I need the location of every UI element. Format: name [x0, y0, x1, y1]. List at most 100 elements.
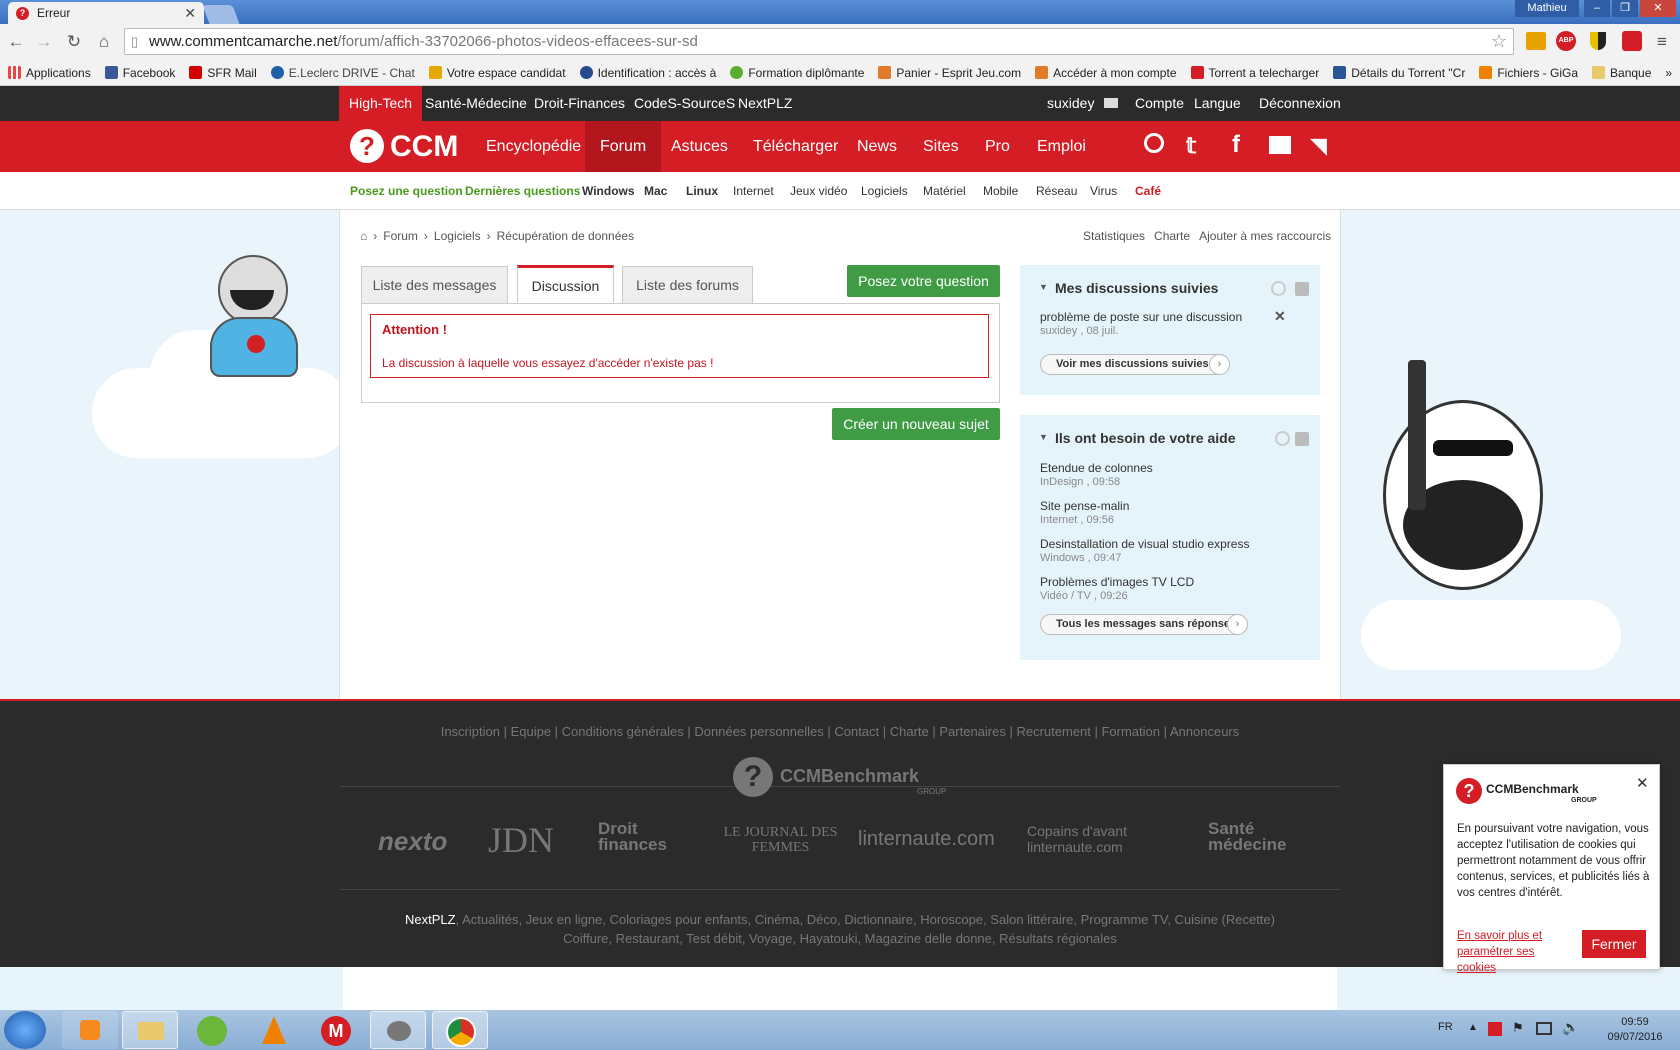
subnav-posez[interactable]: Posez une question	[350, 172, 463, 210]
subnav-mac[interactable]: Mac	[644, 172, 667, 210]
nav-astuces[interactable]: Astuces	[656, 121, 743, 172]
partner-copains-avant[interactable]: Copains d'avant linternaute.com	[1027, 823, 1177, 855]
home-icon[interactable]: ⌂	[360, 229, 367, 243]
bookmark-details-torrent[interactable]: Détails du Torrent "Cr	[1333, 66, 1465, 80]
bookmark-panier[interactable]: Panier - Esprit Jeu.com	[878, 66, 1021, 80]
extension-mail-icon[interactable]	[1526, 32, 1546, 50]
more-bookmarks-icon[interactable]: »	[1665, 66, 1672, 80]
tray-expand-icon[interactable]: ▲	[1468, 1022, 1478, 1033]
forward-icon[interactable]: →	[34, 32, 54, 52]
search-icon[interactable]	[1144, 133, 1164, 153]
reload-icon[interactable]: ↻	[64, 32, 84, 52]
collapse-icon[interactable]: ▼	[1039, 432, 1048, 442]
bookmark-giga[interactable]: Fichiers - GiGa	[1479, 66, 1578, 80]
nav-telecharger[interactable]: Télécharger	[738, 121, 853, 172]
cookie-close-button[interactable]: Fermer	[1582, 930, 1646, 958]
footer-links[interactable]: Inscription | Equipe | Conditions généra…	[0, 724, 1680, 739]
tab-discussion[interactable]: Discussion	[517, 265, 614, 305]
bookmark-banque[interactable]: Banque	[1592, 66, 1651, 80]
bookmark-sfr[interactable]: SFR Mail	[189, 66, 257, 80]
tray-app-icon[interactable]	[1488, 1022, 1502, 1036]
link-ajouter-raccourcis[interactable]: Ajouter à mes raccourcis	[1199, 229, 1331, 243]
link-statistiques[interactable]: Statistiques	[1083, 229, 1145, 243]
ask-question-button[interactable]: Posez votre question	[847, 265, 1000, 297]
help-item-title[interactable]: Site pense-malin	[1040, 499, 1129, 513]
taskbar-utorrent-icon[interactable]	[184, 1011, 240, 1049]
new-tab-button[interactable]	[202, 5, 240, 24]
taskbar-mega-icon[interactable]: M	[308, 1011, 364, 1049]
topnav-langue[interactable]: Langue	[1194, 86, 1241, 121]
partner-droit-finances[interactable]: Droit finances	[598, 820, 708, 853]
nav-emploi[interactable]: Emploi	[1022, 121, 1101, 172]
footer-bottom-line2[interactable]: Coiffure, Restaurant, Test débit, Voyage…	[0, 931, 1680, 946]
breadcrumb-logiciels[interactable]: Logiciels	[434, 229, 481, 243]
bookmark-leclerc[interactable]: E.Leclerc DRIVE - Chat	[270, 66, 415, 80]
followed-item-title[interactable]: problème de poste sur une discussion	[1040, 310, 1242, 324]
footer-brand[interactable]: CCMBenchmark	[780, 766, 919, 787]
settings-icon[interactable]	[1271, 281, 1286, 296]
taskbar-media-player-icon[interactable]	[62, 1011, 118, 1049]
breadcrumb-forum[interactable]: Forum	[383, 229, 418, 243]
taskbar-explorer-icon[interactable]	[122, 1011, 178, 1049]
topnav-codes[interactable]: CodeS-SourceS	[634, 86, 735, 121]
bookmark-formation[interactable]: Formation diplômante	[730, 66, 864, 80]
taskbar-vlc-icon[interactable]	[246, 1011, 302, 1049]
address-bar[interactable]: ▯ www.commentcamarche.net/forum/affich-3…	[124, 28, 1514, 55]
subnav-linux[interactable]: Linux	[686, 172, 718, 210]
partner-journal-femmes[interactable]: LE JOURNAL DES FEMMES	[723, 825, 838, 855]
link-charte[interactable]: Charte	[1154, 229, 1190, 243]
taskbar-chrome-icon[interactable]	[432, 1011, 488, 1049]
email-icon[interactable]	[1269, 136, 1291, 154]
topnav-high-tech[interactable]: High-Tech	[339, 86, 423, 121]
restore-icon[interactable]: ❐	[1612, 0, 1638, 17]
nav-pro[interactable]: Pro	[970, 121, 1025, 172]
profile-button[interactable]: Mathieu	[1515, 0, 1579, 17]
mail-icon[interactable]	[1104, 98, 1118, 108]
breadcrumb-recuperation[interactable]: Récupération de données	[497, 229, 634, 243]
nav-forum[interactable]: Forum	[585, 121, 662, 172]
subnav-jeux[interactable]: Jeux vidéo	[790, 172, 847, 210]
unanswered-messages-button[interactable]: Tous les messages sans réponse ›	[1040, 614, 1248, 635]
subnav-logiciels[interactable]: Logiciels	[861, 172, 908, 210]
adblock-icon[interactable]: ABP	[1556, 31, 1576, 51]
ccm-logo-icon[interactable]: ?	[350, 129, 384, 163]
bookmark-identification[interactable]: Identification : accès à	[579, 66, 716, 80]
flag-icon[interactable]: ⚑	[1512, 1020, 1524, 1036]
site-logo[interactable]: CCM	[390, 121, 458, 172]
settings-icon[interactable]	[1275, 431, 1290, 446]
subnav-materiel[interactable]: Matériel	[923, 172, 966, 210]
remove-icon[interactable]: ✕	[1274, 308, 1286, 325]
footer-nextplz[interactable]: NextPLZ	[405, 912, 456, 927]
close-window-icon[interactable]: ✕	[1640, 0, 1676, 17]
help-item-title[interactable]: Problèmes d'images TV LCD	[1040, 575, 1194, 589]
facebook-icon[interactable]: f	[1232, 131, 1240, 159]
menu-icon[interactable]: ≡	[1652, 32, 1672, 52]
subnav-internet[interactable]: Internet	[733, 172, 774, 210]
rss-icon[interactable]	[1295, 432, 1309, 446]
new-topic-button[interactable]: Créer un nouveau sujet	[832, 408, 1000, 440]
rss-icon[interactable]: ◥	[1310, 133, 1327, 159]
close-icon[interactable]: ✕	[1636, 774, 1649, 792]
subnav-virus[interactable]: Virus	[1090, 172, 1117, 210]
subnav-dernieres[interactable]: Dernières questions	[465, 172, 580, 210]
back-icon[interactable]: ←	[6, 32, 26, 52]
topnav-nextplz[interactable]: NextPLZ	[738, 86, 792, 121]
subnav-mobile[interactable]: Mobile	[983, 172, 1018, 210]
partner-jdn[interactable]: JDN	[488, 819, 554, 861]
bookmark-torrent[interactable]: Torrent a telecharger	[1190, 66, 1319, 80]
start-button-icon[interactable]	[4, 1011, 46, 1049]
subnav-reseau[interactable]: Réseau	[1036, 172, 1077, 210]
tab-liste-messages[interactable]: Liste des messages	[361, 266, 508, 304]
cookie-settings-link[interactable]: En savoir plus et paramétrer ses cookies	[1457, 928, 1562, 976]
help-item-title[interactable]: Etendue de colonnes	[1040, 461, 1153, 475]
topnav-deconnexion[interactable]: Déconnexion	[1259, 86, 1341, 121]
subnav-cafe[interactable]: Café	[1135, 172, 1161, 210]
see-followed-button[interactable]: Voir mes discussions suivies ›	[1040, 354, 1230, 375]
bookmark-candidat[interactable]: Votre espace candidat	[428, 66, 566, 80]
language-indicator[interactable]: FR	[1438, 1021, 1453, 1033]
star-icon[interactable]: ☆	[1491, 29, 1507, 54]
partner-nexto[interactable]: nexto	[378, 826, 447, 857]
network-icon[interactable]	[1536, 1022, 1552, 1035]
nav-sites[interactable]: Sites	[908, 121, 974, 172]
twitter-icon[interactable]: 𝕥	[1186, 133, 1196, 159]
